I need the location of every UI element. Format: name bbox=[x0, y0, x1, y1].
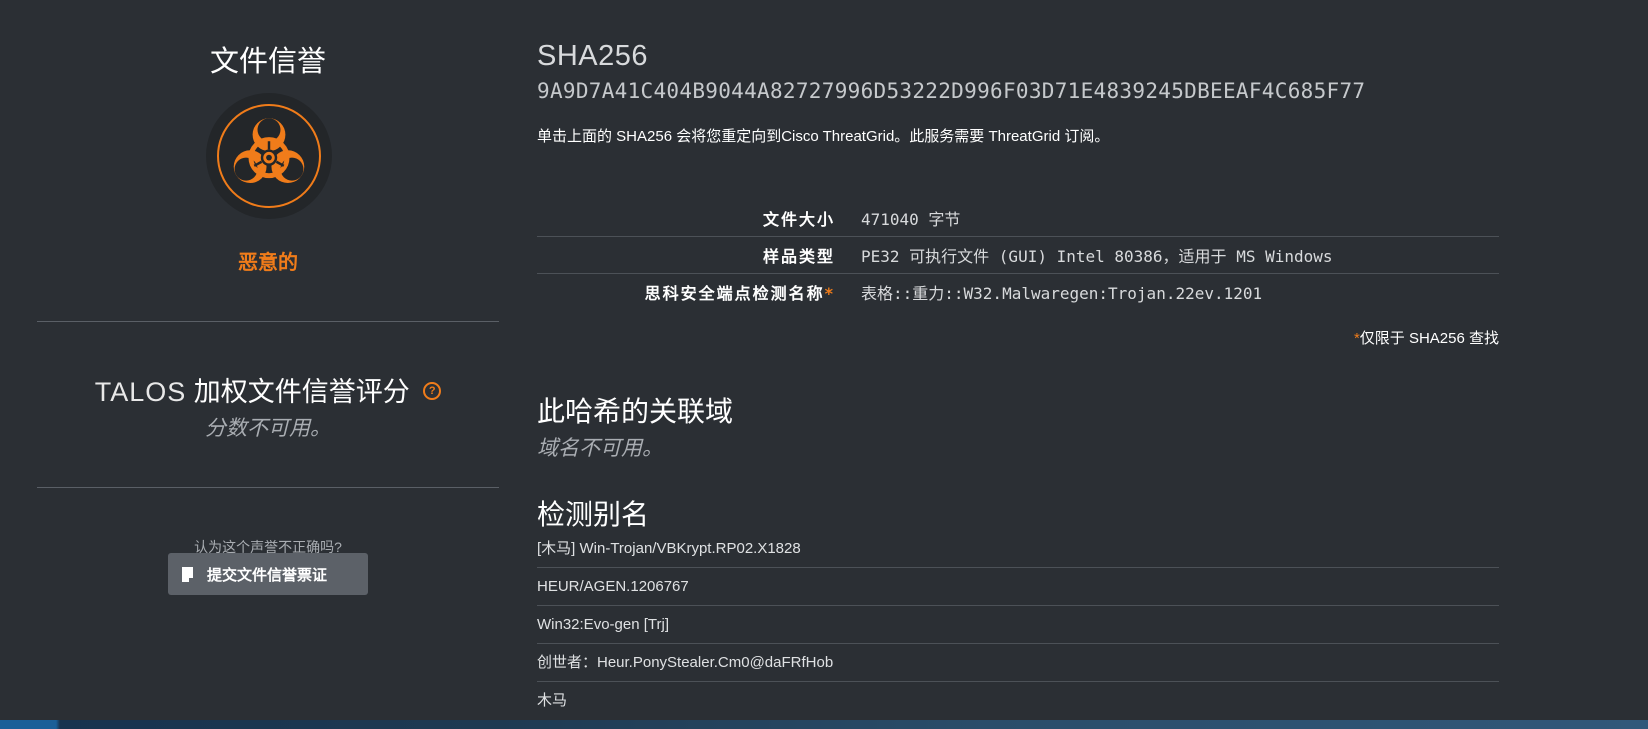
submit-ticket-label: 提交文件信誉票证 bbox=[207, 566, 328, 584]
aliases-list: [木马] Win-Trojan/VBKrypt.RP02.X1828 HEUR/… bbox=[537, 530, 1499, 720]
sha256-link[interactable]: 9A9D7A41C404B9044A82727996D53222D996F03D… bbox=[537, 79, 1365, 103]
list-item: [木马] Win-Trojan/VBKrypt.RP02.X1828 bbox=[537, 530, 1499, 568]
list-item: HEUR/AGEN.1206767 bbox=[537, 568, 1499, 606]
sha256-note: 单击上面的 SHA256 会将您重定向到Cisco ThreatGrid。此服务… bbox=[537, 128, 1110, 145]
table-row: 样品类型 PE32 可执行文件 (GUI) Intel 80386，适用于 MS… bbox=[537, 236, 1499, 274]
aliases-heading: 检测别名 bbox=[537, 499, 650, 530]
bottom-bar bbox=[0, 720, 1648, 729]
row-key: 文件大小 bbox=[537, 200, 861, 237]
row-value: 471040 字节 bbox=[861, 200, 1499, 237]
divider bbox=[37, 487, 499, 488]
domains-unavailable: 域名不可用。 bbox=[537, 437, 663, 460]
row-value: PE32 可执行文件 (GUI) Intel 80386，适用于 MS Wind… bbox=[861, 236, 1499, 274]
score-unavailable: 分数不可用。 bbox=[205, 417, 331, 440]
reputation-title: 文件信誉 bbox=[209, 46, 326, 78]
file-info-table: 文件大小 471040 字节 样品类型 PE32 可执行文件 (GUI) Int… bbox=[537, 200, 1499, 310]
row-key: 思科安全端点检测名称* bbox=[644, 284, 835, 303]
row-value: 表格::重力::W32.Malwaregen:Trojan.22ev.1201 bbox=[861, 284, 1263, 303]
reputation-badge bbox=[206, 93, 332, 219]
table-row: 思科安全端点检测名称* 表格::重力::W32.Malwaregen:Troja… bbox=[537, 274, 1499, 311]
sha256-footnote: *仅限于 SHA256 查找 bbox=[1353, 330, 1499, 347]
talos-title-main: 加权文件信誉评分 bbox=[193, 377, 410, 407]
talos-title-prefix: TALOS bbox=[94, 377, 187, 407]
biohazard-icon bbox=[233, 118, 305, 184]
list-item: Win32:Evo-gen [Trj] bbox=[537, 606, 1499, 644]
row-key: 样品类型 bbox=[537, 236, 861, 274]
submit-ticket-button[interactable]: 提交文件信誉票证 bbox=[168, 553, 368, 595]
divider bbox=[37, 321, 499, 322]
talos-score-title: TALOS 加权文件信誉评分 ? bbox=[37, 370, 499, 409]
asterisk-mark: * bbox=[824, 284, 835, 303]
domains-heading: 此哈希的关联域 bbox=[537, 396, 734, 427]
badge-ring bbox=[217, 104, 321, 208]
verdict-label: 恶意的 bbox=[238, 252, 298, 274]
document-icon bbox=[182, 566, 193, 582]
list-item: 木马 bbox=[537, 692, 568, 709]
help-icon[interactable]: ? bbox=[423, 381, 442, 400]
table-row: 文件大小 471040 字节 bbox=[537, 200, 1499, 237]
list-item: 创世者：Heur.PonyStealer.Cm0@daFRfHob bbox=[537, 644, 1499, 682]
sha256-label: SHA256 bbox=[537, 40, 649, 72]
